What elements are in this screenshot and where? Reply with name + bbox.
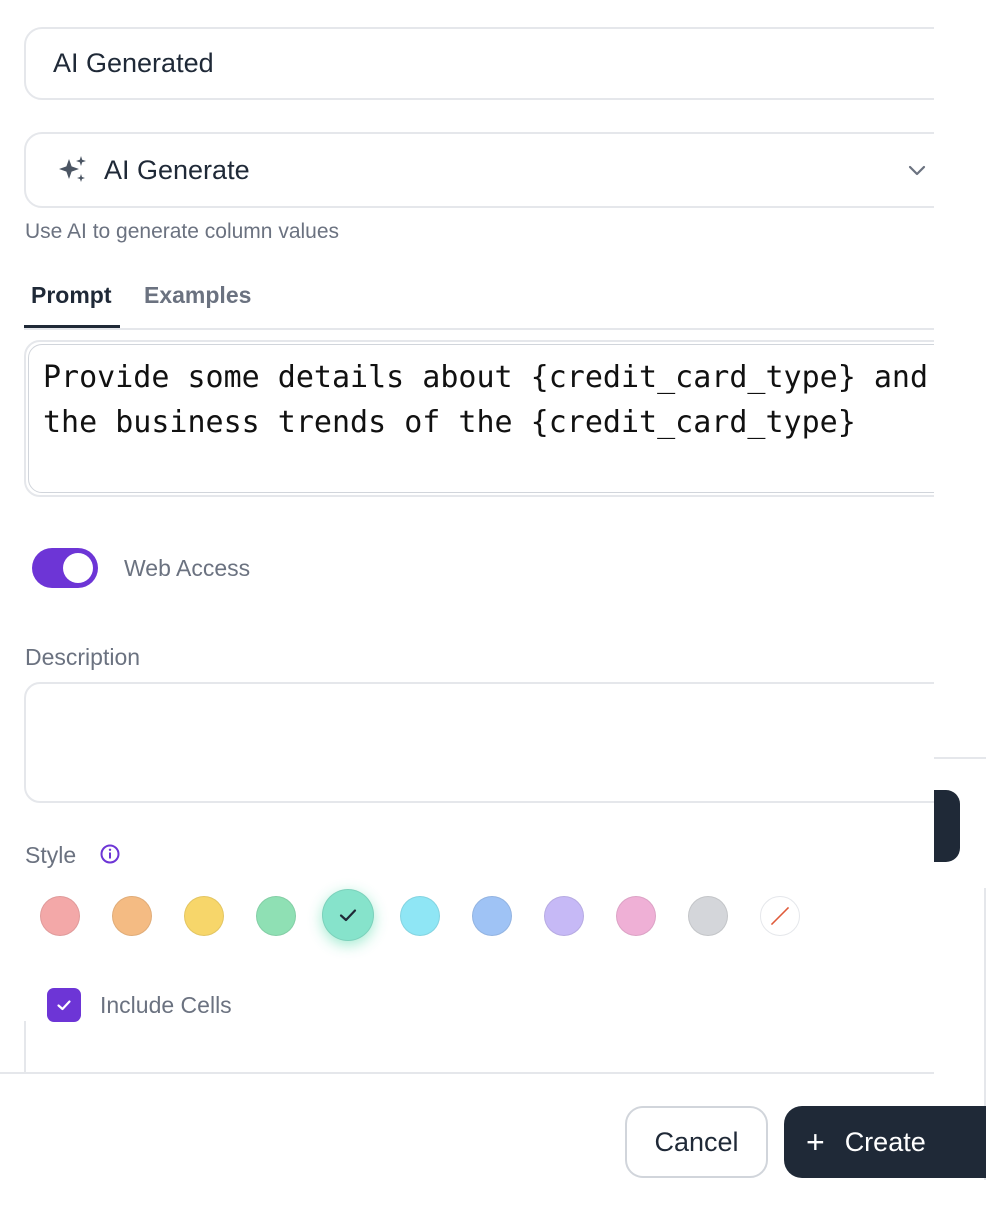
style-swatch-orange[interactable]	[112, 896, 152, 936]
plus-icon: +	[806, 1124, 825, 1160]
style-swatch-green[interactable]	[256, 896, 296, 936]
check-icon	[339, 909, 357, 922]
column-type-helper-text: Use AI to generate column values	[25, 220, 340, 243]
web-access-toggle[interactable]	[32, 548, 98, 588]
style-swatch-purple[interactable]	[544, 896, 584, 936]
style-label: Style	[25, 842, 77, 868]
active-tab-indicator	[24, 325, 120, 328]
style-swatch-pink[interactable]	[616, 896, 656, 936]
style-swatch-none[interactable]	[760, 896, 800, 936]
footer-divider	[0, 1072, 934, 1074]
description-label: Description	[25, 644, 141, 670]
column-type-label: AI Generate	[104, 154, 250, 185]
section-divider	[24, 1021, 26, 1073]
background-panel	[934, 0, 986, 1208]
tab-examples[interactable]: Examples	[144, 282, 251, 309]
column-type-select[interactable]: AI Generate	[24, 132, 960, 208]
toggle-knob	[63, 553, 93, 583]
background-panel-tab	[934, 790, 960, 862]
style-swatch-blue[interactable]	[472, 896, 512, 936]
description-field[interactable]	[24, 682, 960, 803]
include-cells-checkbox[interactable]	[47, 988, 81, 1022]
style-swatch-yellow[interactable]	[184, 896, 224, 936]
check-icon	[57, 1000, 71, 1011]
background-panel-divider	[934, 757, 986, 759]
include-cells-label: Include Cells	[100, 992, 232, 1018]
style-swatch-gray[interactable]	[688, 896, 728, 936]
style-swatch-red[interactable]	[40, 896, 80, 936]
no-color-icon	[770, 906, 790, 926]
info-icon[interactable]	[99, 843, 121, 865]
style-swatch-cyan[interactable]	[400, 896, 440, 936]
cancel-button[interactable]: Cancel	[625, 1106, 768, 1178]
tab-prompt[interactable]: Prompt	[31, 282, 112, 309]
create-button-label: Create	[844, 1126, 926, 1157]
column-name-input[interactable]	[24, 27, 960, 100]
web-access-label: Web Access	[124, 555, 251, 581]
create-button[interactable]: + Create	[784, 1106, 986, 1178]
chevron-down-icon	[906, 159, 928, 181]
sparkles-icon	[56, 153, 90, 187]
style-swatch-teal[interactable]	[322, 889, 374, 941]
prompt-editor: Provide some details about {credit_card_…	[24, 340, 960, 497]
prompt-tabs: Prompt Examples	[24, 278, 960, 330]
prompt-textarea[interactable]: Provide some details about {credit_card_…	[28, 344, 956, 493]
